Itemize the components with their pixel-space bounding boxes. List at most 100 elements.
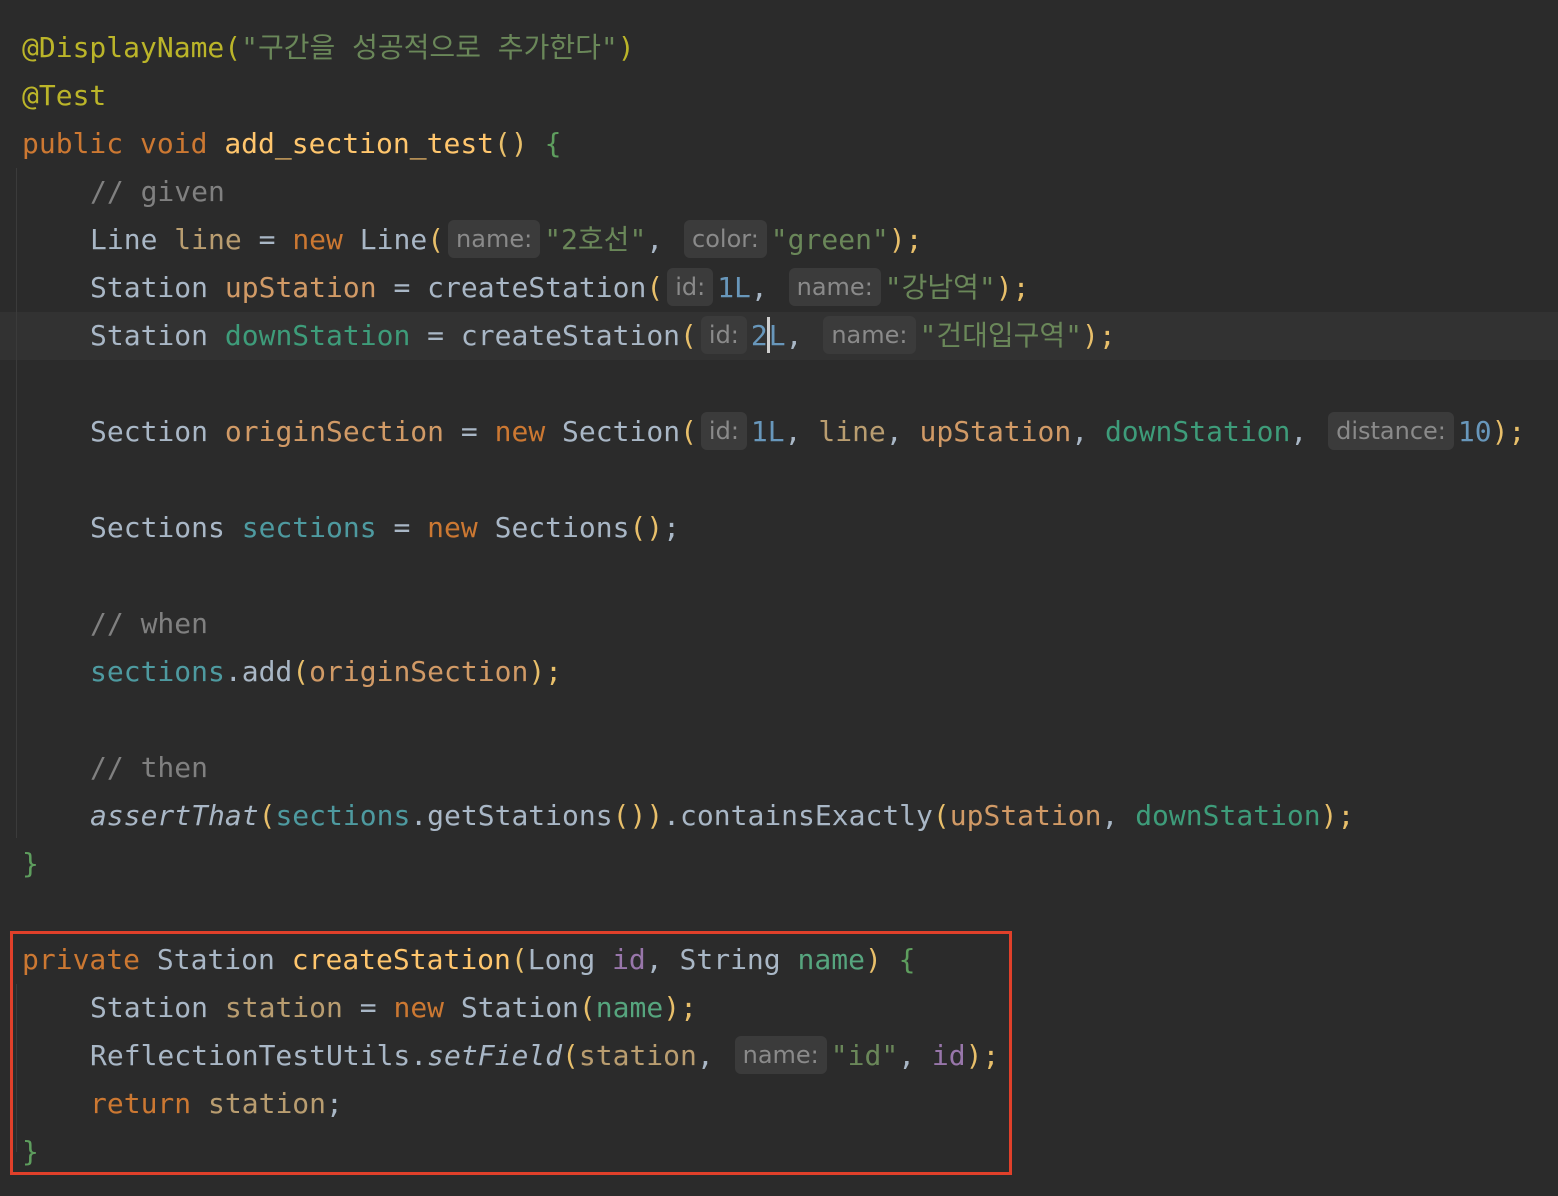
open-paren: (: [562, 1039, 579, 1072]
method-parens: (): [494, 127, 528, 160]
close-paren-semicolon: );: [965, 1039, 1000, 1072]
keyword-private: private: [22, 943, 141, 976]
param-hint-distance: distance:: [1328, 412, 1454, 450]
arg-name: name: [595, 991, 664, 1024]
semicolon: ;: [326, 1087, 343, 1120]
arg-station: station: [578, 1039, 697, 1072]
keyword-new: new: [292, 223, 343, 256]
code-line-3[interactable]: public void add_section_test() {: [0, 120, 1558, 168]
annotation-close-paren: ): [617, 31, 635, 64]
open-paren: (: [646, 271, 664, 304]
call-setfield: setField: [427, 1039, 563, 1072]
open-brace: {: [544, 127, 562, 160]
number-1l: 1L: [717, 271, 751, 304]
open-paren: (: [680, 319, 697, 352]
call-assertthat: assertThat: [90, 799, 259, 832]
code-line-23[interactable]: return station;: [0, 1080, 1558, 1128]
code-line-7[interactable]: Station downStation = createStation(id: 2…: [0, 312, 1558, 360]
close-paren-semicolon: );: [1491, 415, 1526, 448]
code-line-6[interactable]: Station upStation = createStation(id: 1L,…: [0, 264, 1558, 312]
keyword-void: void: [140, 127, 208, 160]
var-line: line: [174, 223, 242, 256]
call-getstations: .getStations: [410, 799, 613, 832]
close-paren-semicolon: );: [995, 271, 1030, 304]
close-paren-semicolon: );: [663, 991, 697, 1024]
open-paren: (: [578, 991, 596, 1024]
var-station: station: [208, 1087, 327, 1120]
comma: ,: [750, 271, 768, 304]
code-line-17[interactable]: assertThat(sections.getStations()).conta…: [0, 792, 1558, 840]
number-10: 10: [1457, 415, 1492, 448]
string-line-name: "2호선": [544, 223, 647, 256]
arg-originsection: originSection: [309, 655, 529, 688]
keyword-new: new: [427, 511, 478, 544]
parens: (): [612, 799, 647, 832]
constructor-sections: Sections: [494, 511, 630, 544]
comma: ,: [1101, 799, 1119, 832]
comma: ,: [1290, 415, 1308, 448]
var-originsection: originSection: [224, 415, 445, 448]
arg-line: line: [818, 415, 886, 448]
var-sections: sections: [90, 655, 225, 688]
arg-upstation: upStation: [949, 799, 1102, 832]
number-2: 2: [750, 319, 768, 352]
open-paren: (: [680, 415, 697, 448]
comment-when: // when: [90, 607, 209, 640]
code-line-22[interactable]: ReflectionTestUtils.setField(station, na…: [0, 1032, 1558, 1080]
param-hint-name: name:: [448, 220, 541, 258]
close-paren-semicolon: );: [1082, 319, 1116, 352]
comma: ,: [645, 943, 663, 976]
arg-upstation: upStation: [919, 415, 1072, 448]
open-paren: (: [932, 799, 950, 832]
code-line-1[interactable]: @DisplayName("구간을 성공적으로 추가한다"): [0, 24, 1558, 72]
code-line-14[interactable]: sections.add(originSection);: [0, 648, 1558, 696]
arg-downstation: downStation: [1104, 415, 1291, 448]
code-line-11[interactable]: Sections sections = new Sections();: [0, 504, 1558, 552]
code-line-20[interactable]: private Station createStation(Long id, S…: [0, 936, 1558, 984]
close-paren-semicolon: );: [1320, 799, 1355, 832]
code-line-16[interactable]: // then: [0, 744, 1558, 792]
code-editor[interactable]: @DisplayName("구간을 성공적으로 추가한다") @Test pub…: [0, 0, 1558, 1196]
operator-assign: =: [258, 223, 276, 256]
open-paren: (: [510, 943, 528, 976]
constructor-line: Line: [359, 223, 428, 256]
operator-assign: =: [359, 991, 377, 1024]
type-string: String: [679, 943, 781, 976]
type-sections: Sections: [90, 511, 225, 544]
method-createstation: createStation: [291, 943, 511, 976]
semicolon: ;: [663, 511, 681, 544]
arg-downstation: downStation: [1135, 799, 1321, 832]
comment-given: // given: [90, 175, 225, 208]
string-station-name: "강남역": [884, 271, 996, 304]
method-name: add_section_test: [224, 127, 495, 160]
call-containsexactly: .containsExactly: [663, 799, 933, 832]
dot: .: [410, 1039, 428, 1072]
param-hint-id: id:: [700, 412, 747, 450]
operator-assign: =: [460, 415, 478, 448]
code-line-9[interactable]: Section originSection = new Section(id: 1…: [0, 408, 1558, 456]
type-long: Long: [527, 943, 596, 976]
keyword-new: new: [393, 991, 445, 1024]
param-hint-name: name:: [734, 1036, 827, 1074]
param-hint-color: color:: [684, 220, 767, 258]
keyword-public: public: [22, 127, 124, 160]
arg-id: id: [931, 1039, 966, 1072]
code-line-21[interactable]: Station station = new Station(name);: [0, 984, 1558, 1032]
code-line-4[interactable]: // given: [0, 168, 1558, 216]
display-name-string: "구간을 성공적으로 추가한다": [241, 31, 618, 64]
var-downstation: downStation: [224, 319, 411, 352]
code-line-18[interactable]: }: [0, 840, 1558, 888]
comma: ,: [646, 223, 664, 256]
code-line-5[interactable]: Line line = new Line(name: "2호선", color: "…: [0, 216, 1558, 264]
constructor-section: Section: [562, 415, 681, 448]
param-hint-id: id:: [667, 268, 714, 306]
param-hint-name: name:: [788, 268, 881, 306]
param-hint-name: name:: [823, 316, 916, 354]
var-station: station: [224, 991, 343, 1024]
code-line-13[interactable]: // when: [0, 600, 1558, 648]
code-line-24[interactable]: }: [0, 1128, 1558, 1176]
var-sections: sections: [241, 511, 377, 544]
annotation-displayname: @DisplayName(: [22, 31, 242, 64]
type-line: Line: [90, 223, 158, 256]
code-line-2[interactable]: @Test: [0, 72, 1558, 120]
